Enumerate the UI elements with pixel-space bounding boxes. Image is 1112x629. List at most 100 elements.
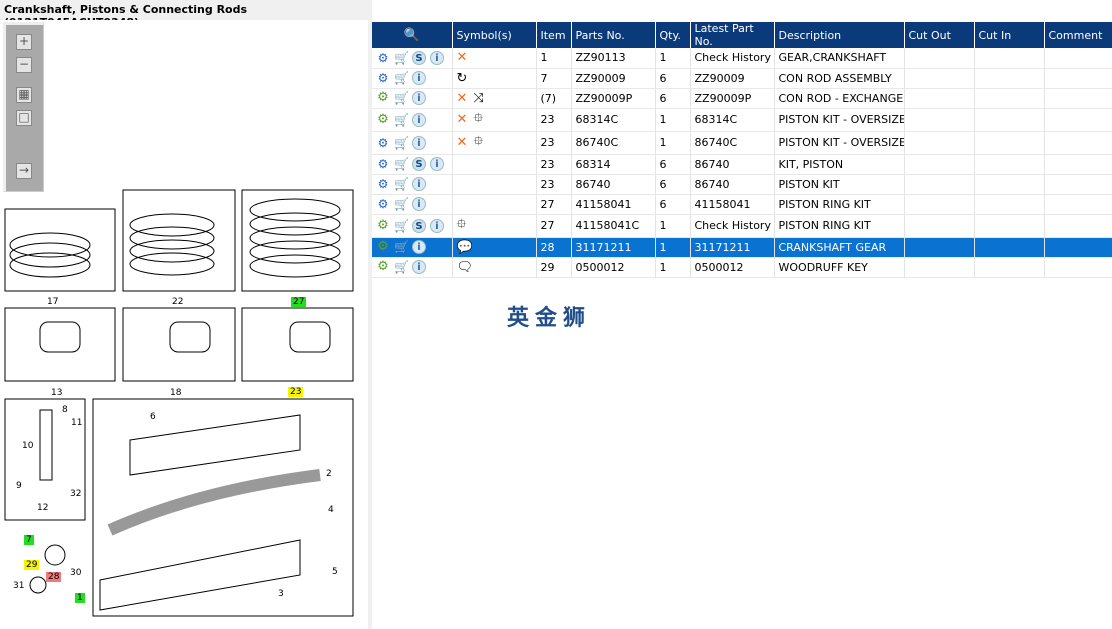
gears-icon[interactable]: ⚙ [376, 157, 390, 171]
symbols-cell [452, 154, 537, 175]
gear-icon[interactable]: ⚙ [376, 112, 390, 127]
cart-icon[interactable]: 🛒 [394, 71, 409, 85]
cell-qty: 1 [655, 214, 691, 238]
search-column-header[interactable]: 🔍 [372, 22, 453, 48]
column-header[interactable]: Comment [1044, 22, 1112, 48]
gears-icon[interactable]: ⚙ [376, 71, 390, 85]
svg-text:11: 11 [71, 418, 82, 428]
cell-latest: 86740C [690, 131, 775, 155]
info-icon[interactable]: i [412, 112, 426, 127]
cell-qty: 1 [655, 257, 691, 278]
table-row[interactable]: ⚙ 🛒 Si ⯐ 27 41158041C 1 Check History PISTON RIN… [372, 214, 1112, 238]
cart-icon[interactable]: 🛒 [394, 219, 409, 233]
table-row[interactable]: ⚙ 🛒 i 🗨 29 0500012 1 0500012 WOODRUFF KEY [372, 257, 1112, 278]
cell-cut-out [904, 237, 975, 258]
callout-27[interactable]: 27 [291, 297, 307, 307]
cell-desc: PISTON KIT [774, 174, 905, 195]
cell-desc: CON ROD - EXCHANGE [774, 88, 905, 109]
column-header[interactable]: Symbol(s) [452, 22, 537, 48]
symbols-cell: 💬 [452, 237, 537, 258]
s-icon[interactable]: S [412, 218, 426, 233]
cell-cut-in [974, 68, 1045, 89]
action-cell: ⚙ 🛒 i [372, 194, 453, 215]
column-header[interactable]: Latest Part No. [690, 22, 775, 48]
table-row[interactable]: ⚙ 🛒 Si 23 68314 6 86740 KIT, PISTON [372, 154, 1112, 175]
cart-icon[interactable]: 🛒 [394, 51, 409, 65]
action-cell: ⚙ 🛒 Si [372, 154, 453, 175]
info-icon[interactable]: i [412, 240, 426, 254]
cart-icon[interactable]: 🛒 [394, 157, 409, 171]
cart-icon[interactable]: 🛒 [394, 197, 409, 211]
gear-icon[interactable]: ⚙ [376, 91, 390, 105]
svg-text:31: 31 [13, 581, 24, 591]
action-cell: ⚙ 🛒 i [372, 108, 453, 132]
action-cell: ⚙ 🛒 i [372, 68, 453, 89]
gear-icon[interactable]: ⚙ [376, 260, 390, 274]
gears-icon[interactable]: ⚙ [376, 177, 390, 191]
cell-desc: WOODRUFF KEY [774, 257, 905, 278]
diagram-panel[interactable]: 17 22 13 18 62345 11 8 10 9 32 12 30 31 27 23 7 29… [0, 20, 368, 629]
table-row[interactable]: ⚙ 🛒 i ✕ ⤨ (7) ZZ90009P 6 ZZ90009P CON ROD - EXCHA… [372, 88, 1112, 109]
column-header[interactable]: Qty. [655, 22, 691, 48]
column-header[interactable]: Description [774, 22, 905, 48]
svg-text:13: 13 [51, 388, 62, 398]
table-row[interactable]: ⚙ 🛒 Si ✕ 1 ZZ90113 1 Check History GEAR,CRANKSHA… [372, 48, 1112, 69]
info-icon[interactable]: i [430, 50, 444, 65]
callout-23[interactable]: 23 [288, 387, 304, 397]
callout-1[interactable]: 1 [75, 593, 85, 603]
cell-part: 0500012 [571, 257, 656, 278]
fit-window-button[interactable]: □ [16, 110, 32, 126]
gear-icon[interactable]: ⚙ [376, 218, 390, 233]
table-row[interactable]: ⚙ 🛒 i 23 86740 6 86740 PISTON KIT [372, 174, 1112, 195]
info-icon[interactable]: i [412, 135, 426, 150]
gears-icon[interactable]: ⚙ [376, 51, 390, 65]
info-icon[interactable]: i [412, 177, 426, 191]
symbols-cell: ✕ ⯐ [452, 131, 537, 155]
toggle-panel-button[interactable]: → [16, 163, 32, 179]
svg-text:6: 6 [150, 412, 156, 422]
info-icon[interactable]: i [412, 260, 426, 274]
zoom-in-button[interactable]: + [16, 34, 32, 50]
callout-29[interactable]: 29 [24, 560, 40, 570]
table-row[interactable]: ⚙ 🛒 i 27 41158041 6 41158041 PISTON RING KIT [372, 194, 1112, 215]
gears-icon[interactable]: ⚙ [376, 197, 390, 211]
cart-icon[interactable]: 🛒 [394, 113, 409, 127]
fit-all-button[interactable]: ▦ [16, 87, 32, 103]
callout-7[interactable]: 7 [24, 535, 34, 545]
s-icon[interactable]: S [412, 157, 426, 171]
cell-cut-out [904, 174, 975, 195]
cart-icon[interactable]: 🛒 [394, 136, 409, 150]
cart-icon[interactable]: 🛒 [394, 260, 409, 274]
column-header[interactable]: Parts No. [571, 22, 656, 48]
cart-icon[interactable]: 🛒 [394, 240, 409, 254]
column-header[interactable]: Cut In [974, 22, 1045, 48]
x-icon: ✕ [456, 135, 468, 150]
search-icon[interactable]: 🔍 [404, 28, 420, 43]
info-icon[interactable]: i [430, 157, 444, 171]
cell-cut-out [904, 257, 975, 278]
info-icon[interactable]: i [412, 71, 426, 85]
table-row[interactable]: ⚙ 🛒 i ↻ 7 ZZ90009 6 ZZ90009 CON ROD ASSEMBLY [372, 68, 1112, 89]
s-icon[interactable]: S [412, 50, 426, 65]
symbols-cell: ✕ ⤨ [452, 88, 537, 109]
info-icon[interactable]: i [412, 197, 426, 211]
table-row[interactable]: ⚙ 🛒 i ✕ ⯐ 23 86740C 1 86740C PISTON KIT - OVERSIZ… [372, 131, 1112, 155]
info-icon[interactable]: i [430, 218, 444, 233]
info-icon[interactable]: i [412, 91, 426, 105]
table-row[interactable]: ⚙ 🛒 i 💬 28 31171211 1 31171211 CRANKSHAFT GEAR [372, 237, 1112, 258]
table-row[interactable]: ⚙ 🛒 i ✕ ⯐ 23 68314C 1 68314C PISTON KIT - OVERSIZ… [372, 108, 1112, 132]
cell-part: ZZ90113 [571, 48, 656, 69]
cart-icon[interactable]: 🛒 [394, 177, 409, 191]
gears-icon[interactable]: ⚙ [376, 136, 390, 150]
callout-28[interactable]: 28 [46, 572, 62, 582]
cell-cut-out [904, 68, 975, 89]
cell-qty: 6 [655, 174, 691, 195]
cell-cut-out [904, 131, 975, 155]
zoom-out-button[interactable]: − [16, 57, 32, 73]
cart-icon[interactable]: 🛒 [394, 91, 409, 105]
cell-cut-in [974, 237, 1045, 258]
svg-text:22: 22 [172, 297, 183, 307]
column-header[interactable]: Cut Out [904, 22, 975, 48]
column-header[interactable]: Item [536, 22, 572, 48]
gear-icon[interactable]: ⚙ [376, 240, 390, 254]
